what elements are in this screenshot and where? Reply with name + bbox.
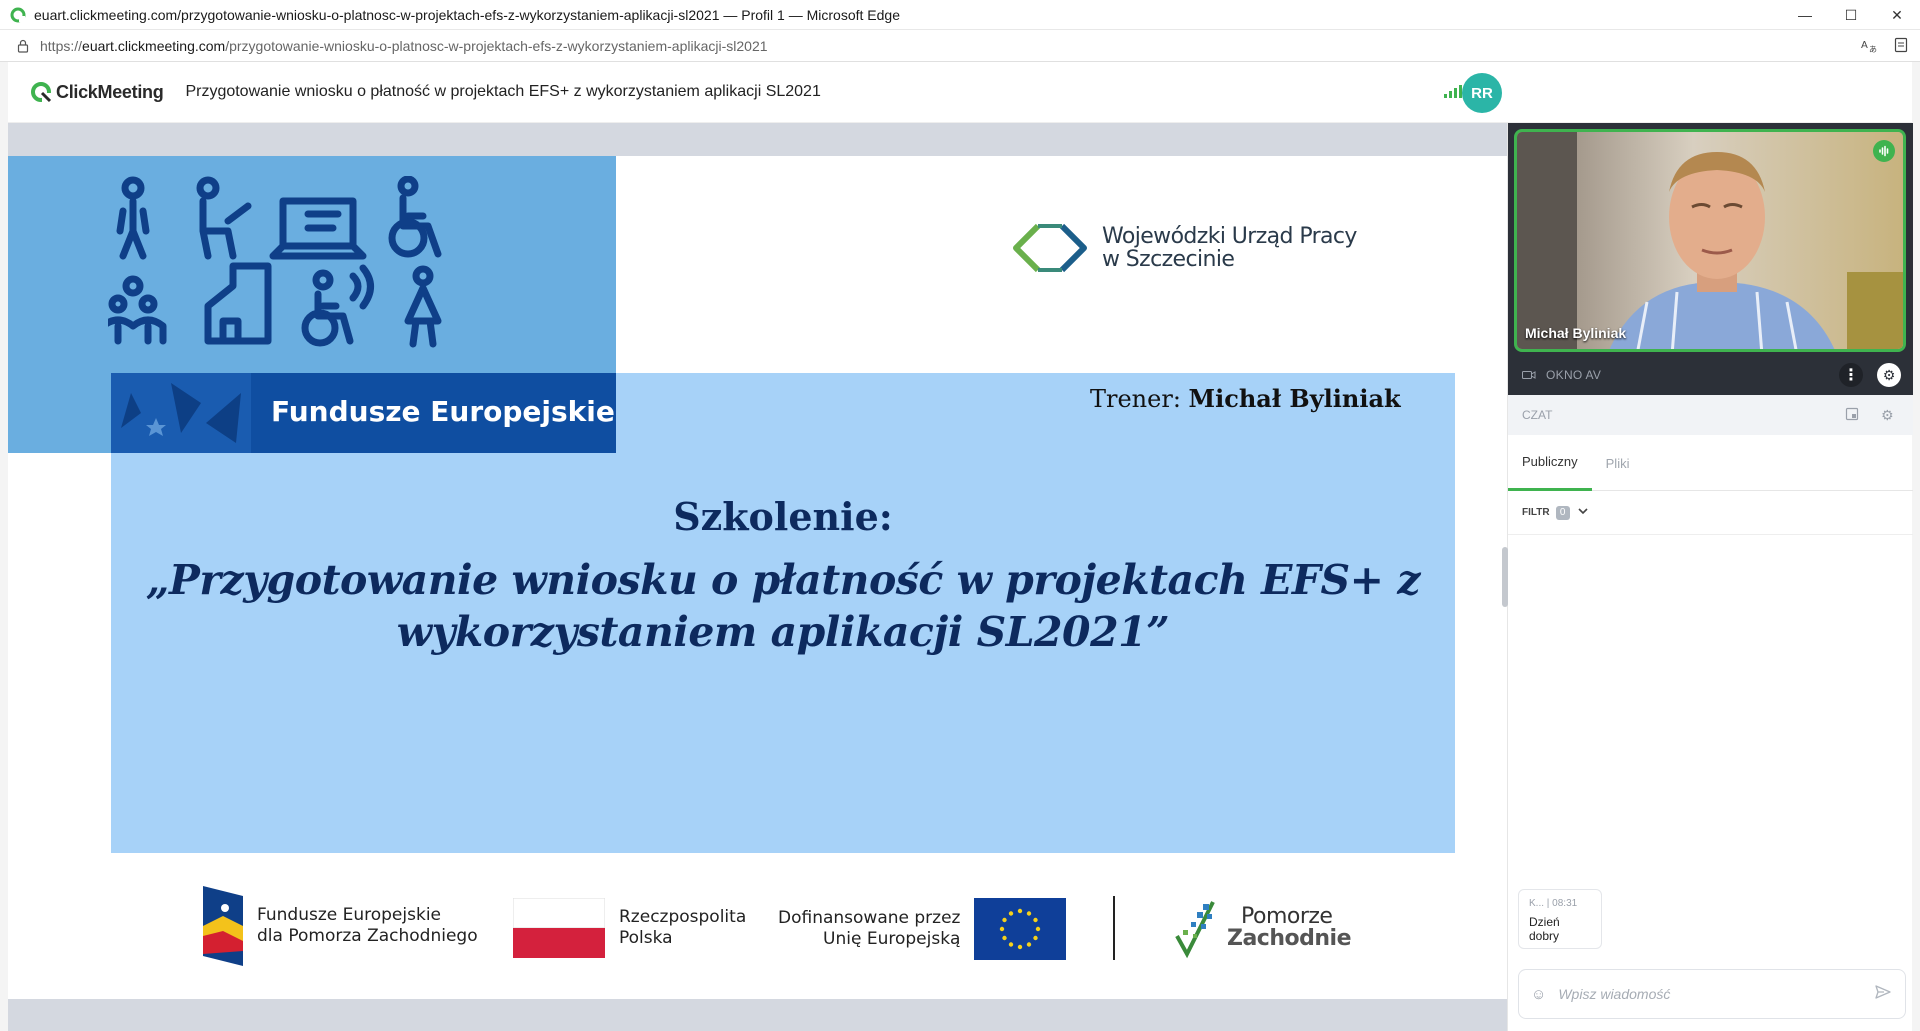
clickmeeting-favicon-icon (10, 7, 26, 22)
reading-view-icon[interactable] (1892, 36, 1910, 54)
svg-text:A: A (1861, 40, 1868, 51)
svg-text:あ: あ (1869, 45, 1877, 53)
rp-logo: Rzeczpospolita Polska (513, 898, 746, 958)
emoji-icon[interactable]: ☺ (1531, 986, 1546, 1003)
window-controls: — ☐ ✕ (1782, 0, 1920, 30)
fe-pomorze-logo: Fundusze Europejskie dla Pomorza Zachodn… (203, 886, 478, 966)
eu-stars-icon (111, 373, 251, 453)
fe-pictogram-icons (108, 176, 442, 348)
polish-flag-icon (513, 898, 605, 958)
url-text[interactable]: https://euart.clickmeeting.com/przygotow… (40, 38, 768, 54)
eu-text: Dofinansowane przez Unię Europejską (778, 908, 961, 949)
camera-icon (1522, 371, 1536, 379)
slide-heading: Szkolenie: (673, 494, 893, 539)
trainer-label: Trener: Michał Byliniak (1090, 384, 1401, 413)
logo-text: ClickMeeting (56, 81, 164, 102)
presentation-stage: Fundusze Europejskie Wojewódzki Urząd Pr… (8, 123, 1507, 1031)
chat-label: CZAT (1522, 408, 1553, 422)
address-bar[interactable]: https://euart.clickmeeting.com/przygotow… (0, 30, 1920, 62)
footer-divider (1113, 896, 1115, 960)
wup-logo: Wojewódzki Urząd Pracy w Szczecinie (1008, 218, 1357, 278)
filter-label: FILTR (1522, 507, 1550, 518)
tab-public[interactable]: Publiczny (1508, 435, 1592, 491)
chat-header: CZAT ⚙ (1508, 395, 1913, 435)
lock-icon[interactable] (16, 39, 30, 53)
message-meta: K... | 08:31 (1529, 898, 1578, 909)
message-text: Dzień dobry (1529, 915, 1560, 943)
audio-active-icon (1873, 140, 1895, 162)
minimize-button[interactable]: — (1782, 0, 1828, 30)
stage-scrollbar[interactable] (1502, 547, 1508, 607)
user-avatar[interactable]: RR (1462, 73, 1502, 113)
chat-compose: ☺ (1518, 969, 1906, 1019)
address-bar-tools: Aあ (1860, 36, 1910, 54)
left-frame (0, 62, 8, 1031)
maximize-button[interactable]: ☐ (1828, 0, 1874, 30)
fe-label: Fundusze Europejskie (271, 395, 615, 428)
course-title: „Przygotowanie wniosku o płatność w proj… (145, 556, 1421, 656)
chat-settings-gear-icon[interactable]: ⚙ (1881, 407, 1897, 423)
slide-footer-logos: Fundusze Europejskie dla Pomorza Zachodn… (203, 886, 1352, 976)
av-toolbar: OKNO AV ⋮ ⚙ (1508, 355, 1913, 395)
window-title: euart.clickmeeting.com/przygotowanie-wni… (34, 6, 900, 23)
wup-text: Wojewódzki Urząd Pracy w Szczecinie (1102, 224, 1357, 272)
pomorze-text: Pomorze Zachodnie (1227, 904, 1352, 951)
send-icon[interactable] (1875, 985, 1891, 1004)
chat-message: K... | 08:31 Dzień dobry (1518, 889, 1602, 949)
chat-tabs: Publiczny Pliki (1508, 435, 1913, 491)
right-frame (1912, 62, 1920, 1031)
av-settings-gear-icon[interactable]: ⚙ (1877, 363, 1901, 387)
eu-flag-icon (974, 898, 1067, 960)
filter-count-badge: 0 (1555, 505, 1570, 520)
presentation-slide: Fundusze Europejskie Wojewódzki Urząd Pr… (8, 156, 1507, 999)
rp-text: Rzeczpospolita Polska (619, 907, 747, 948)
fe-pomorze-text: Fundusze Europejskie dla Pomorza Zachodn… (257, 905, 478, 946)
presenter-name: Michał Byliniak (1525, 325, 1627, 341)
presenter-video[interactable]: Michał Byliniak (1514, 129, 1906, 352)
fe-flag-logo-icon (203, 886, 243, 966)
browser-titlebar: euart.clickmeeting.com/przygotowanie-wni… (0, 0, 1920, 30)
chat-message-input[interactable] (1558, 986, 1849, 1002)
presenter-video-frame (1517, 132, 1903, 349)
pomorze-zachodnie-logo: Pomorze Zachodnie (1173, 896, 1352, 960)
fe-logo-band: Fundusze Europejskie (111, 373, 616, 453)
connection-signal-icon[interactable] (1444, 84, 1462, 98)
wup-logo-icon (1013, 223, 1087, 273)
chat-popout-icon[interactable] (1845, 407, 1861, 423)
chevron-down-icon[interactable] (1578, 507, 1588, 518)
tab-files[interactable]: Pliki (1592, 435, 1644, 491)
av-window: Michał Byliniak OKNO AV ⋮ ⚙ (1508, 123, 1913, 395)
right-sidebar: Michał Byliniak OKNO AV ⋮ ⚙ CZAT ⚙ Publi… (1502, 123, 1913, 1031)
meeting-title: Przygotowanie wniosku o płatność w proje… (185, 83, 821, 100)
av-more-options-icon[interactable]: ⋮ (1839, 363, 1863, 387)
av-window-label: OKNO AV (1546, 368, 1602, 382)
eu-logo: Dofinansowane przez Unię Europejską (778, 898, 1067, 960)
clickmeeting-logo-icon (31, 82, 52, 103)
close-window-button[interactable]: ✕ (1874, 0, 1920, 30)
chat-filter[interactable]: FILTR 0 (1508, 491, 1913, 535)
pomorze-mark-icon (1175, 901, 1215, 959)
trainer-name: Michał Byliniak (1188, 384, 1401, 413)
clickmeeting-logo[interactable]: ClickMeeting (30, 81, 164, 103)
app-header: ClickMeeting Przygotowanie wniosku o pła… (8, 62, 1912, 123)
translate-icon[interactable]: Aあ (1860, 36, 1878, 54)
